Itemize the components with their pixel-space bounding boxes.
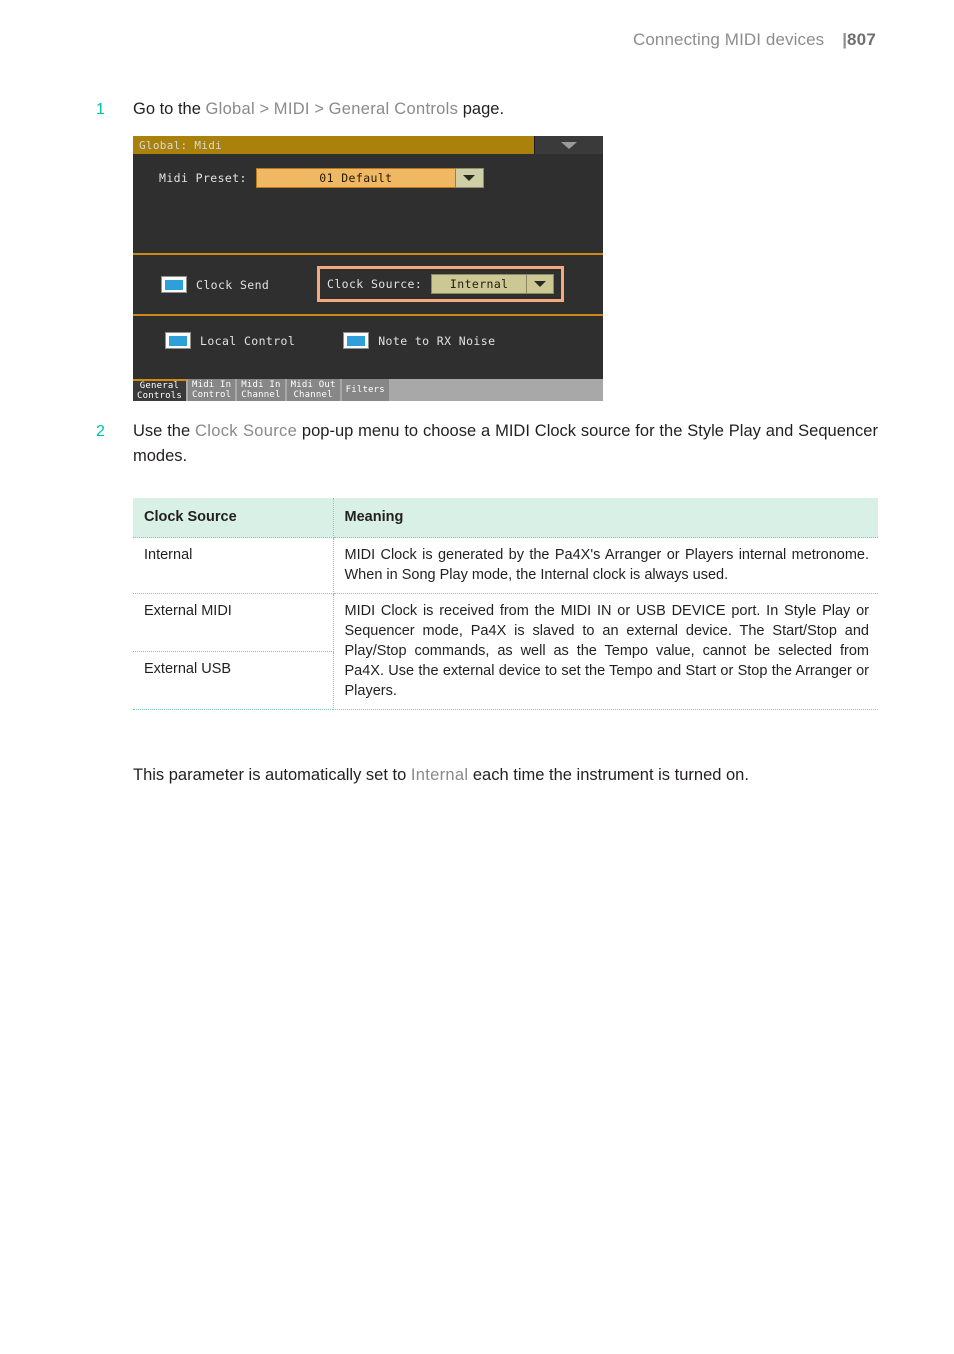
closing-term-internal: Internal bbox=[410, 766, 469, 784]
table-cell-meaning-external: MIDI Clock is received from the MIDI IN … bbox=[332, 593, 878, 710]
clock-send-label: Clock Send bbox=[196, 277, 270, 292]
header-title: Connecting MIDI devices bbox=[632, 30, 825, 49]
table-header-row: Clock Source Meaning bbox=[133, 498, 878, 538]
clock-send-checkbox[interactable]: Clock Send bbox=[161, 276, 269, 293]
local-control-row: Local Control Note to RX Noise bbox=[133, 316, 603, 349]
local-control-label: Local Control bbox=[200, 333, 296, 348]
checkbox-icon[interactable] bbox=[343, 332, 370, 349]
page-header: Connecting MIDI devices | 807 bbox=[633, 30, 876, 50]
step-1-chevron-2: > bbox=[309, 100, 329, 118]
checkbox-fill bbox=[347, 335, 366, 346]
tab-general-controls-line1: General bbox=[139, 381, 180, 391]
step-2-text-before: Use the bbox=[133, 422, 196, 440]
tab-filters-label: Filters bbox=[345, 385, 385, 395]
step-2: 2 Use the Clock Source pop-up menu to ch… bbox=[96, 419, 886, 469]
tab-midi-in-control-line1: Midi In bbox=[191, 380, 232, 390]
midi-preset-dropdown-button[interactable] bbox=[455, 168, 484, 188]
lcd-screenshot-figure: Global: Midi Midi Preset: 01 Default Clo… bbox=[133, 136, 603, 401]
tab-midi-out-channel[interactable]: Midi Out Channel bbox=[286, 379, 342, 401]
lcd-collapse-button[interactable] bbox=[534, 136, 603, 154]
clock-source-table: Clock Source Meaning Internal MIDI Clock… bbox=[133, 498, 878, 710]
tab-midi-in-control-line2: Control bbox=[191, 390, 232, 400]
clock-source-label: Clock Source: bbox=[327, 277, 423, 291]
midi-preset-label: Midi Preset: bbox=[159, 171, 247, 185]
chevron-down-icon bbox=[534, 281, 547, 287]
table-row: External MIDI MIDI Clock is received fro… bbox=[133, 593, 878, 710]
clock-source-control-highlight[interactable]: Clock Source: Internal bbox=[317, 266, 565, 302]
table-row: Internal MIDI Clock is generated by the … bbox=[133, 537, 878, 594]
local-control-checkbox[interactable]: Local Control bbox=[165, 332, 295, 349]
lcd-titlebar: Global: Midi bbox=[133, 136, 603, 154]
table-cell-meaning-internal: MIDI Clock is generated by the Pa4X's Ar… bbox=[332, 537, 878, 594]
lcd-title: Global: Midi bbox=[139, 138, 223, 152]
step-1-term-global: Global bbox=[205, 100, 255, 118]
table-cell-source-external-midi: External MIDI bbox=[133, 593, 334, 652]
note-to-rx-noise-checkbox[interactable]: Note to RX Noise bbox=[343, 332, 495, 349]
tab-general-controls[interactable]: General Controls bbox=[133, 379, 188, 401]
midi-preset-control[interactable]: Midi Preset: 01 Default bbox=[159, 168, 603, 188]
tab-midi-in-channel[interactable]: Midi In Channel bbox=[237, 379, 287, 401]
chevron-down-icon bbox=[561, 141, 577, 149]
tab-midi-in-channel-line1: Midi In bbox=[241, 380, 281, 390]
tab-midi-in-channel-line2: Channel bbox=[241, 390, 281, 400]
checkbox-fill bbox=[169, 335, 187, 346]
tab-midi-out-channel-line1: Midi Out bbox=[290, 380, 336, 390]
lcd-tab-bar: General Controls Midi In Control Midi In… bbox=[133, 379, 603, 401]
step-1-text-after: page. bbox=[458, 100, 505, 118]
step-2-term-clock-source: Clock Source bbox=[195, 422, 298, 440]
step-2-text: Use the Clock Source pop-up menu to choo… bbox=[133, 419, 878, 469]
checkbox-icon[interactable] bbox=[161, 276, 187, 293]
note-to-rx-noise-label: Note to RX Noise bbox=[378, 333, 496, 348]
step-1-term-midi: MIDI bbox=[273, 100, 310, 118]
step-1-number: 1 bbox=[96, 101, 105, 118]
page-number: 807 bbox=[847, 30, 876, 49]
checkbox-icon[interactable] bbox=[165, 332, 191, 349]
step-1-term-general-controls: General Controls bbox=[328, 100, 459, 118]
lcd-section-local: Local Control Note to RX Noise bbox=[133, 316, 603, 386]
tab-bar-filler bbox=[390, 379, 603, 401]
clock-source-value[interactable]: Internal bbox=[431, 274, 528, 294]
tab-midi-out-channel-line2: Channel bbox=[293, 390, 333, 400]
closing-paragraph: This parameter is automatically set to I… bbox=[133, 763, 878, 788]
step-1-text-before: Go to the bbox=[133, 100, 206, 118]
closing-text-after: each time the instrument is turned on. bbox=[468, 766, 749, 784]
step-2-number: 2 bbox=[96, 423, 105, 440]
table-header-meaning: Meaning bbox=[333, 498, 878, 538]
lcd-section-clock: Clock Send Clock Source: Internal bbox=[133, 253, 603, 316]
step-1-chevron-1: > bbox=[254, 100, 274, 118]
table-header-clock-source: Clock Source bbox=[133, 498, 334, 538]
table-cell-source-external-usb: External USB bbox=[133, 651, 334, 710]
midi-preset-value[interactable]: 01 Default bbox=[255, 168, 456, 188]
step-1-text: Go to the Global > MIDI > General Contro… bbox=[133, 97, 504, 122]
tab-general-controls-line2: Controls bbox=[137, 391, 182, 401]
lcd-section-preset: Midi Preset: 01 Default bbox=[133, 168, 603, 253]
closing-text-before: This parameter is automatically set to bbox=[133, 766, 411, 784]
checkbox-fill bbox=[165, 279, 183, 290]
tab-midi-in-control[interactable]: Midi In Control bbox=[187, 379, 238, 401]
clock-source-dropdown-button[interactable] bbox=[527, 274, 555, 294]
step-1: 1 Go to the Global > MIDI > General Cont… bbox=[96, 97, 886, 122]
chevron-down-icon bbox=[463, 175, 476, 181]
tab-filters[interactable]: Filters bbox=[341, 379, 391, 401]
table-cell-source-internal: Internal bbox=[133, 537, 334, 594]
